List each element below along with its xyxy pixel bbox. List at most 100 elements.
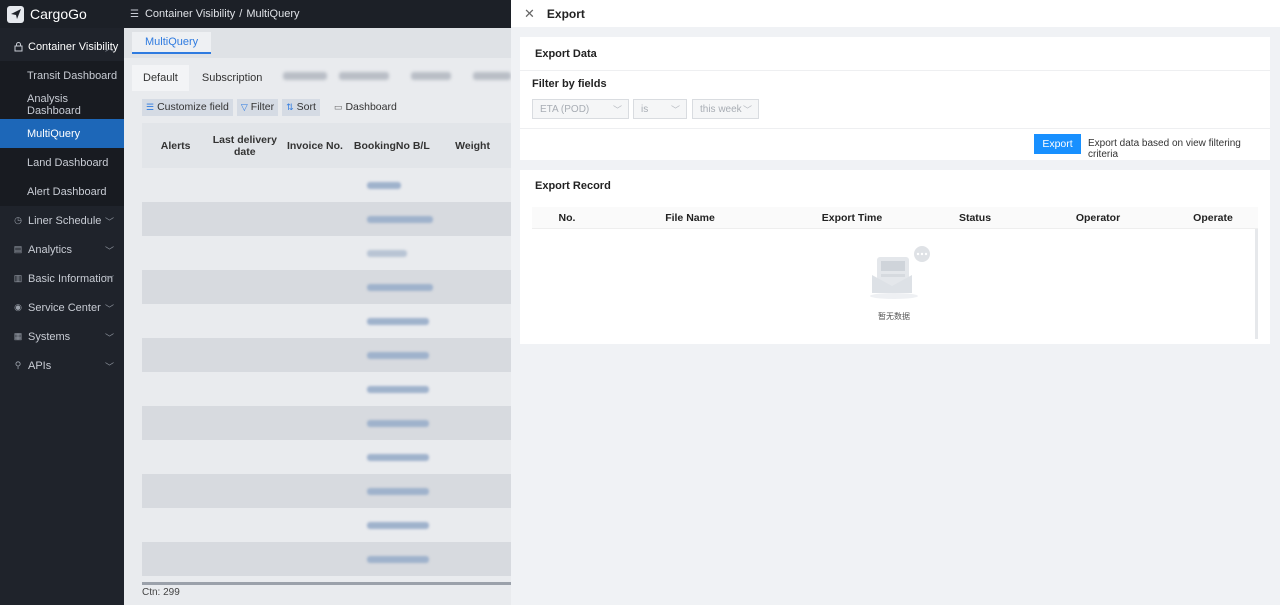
table-row[interactable] — [142, 236, 511, 270]
chevron-down-icon: ﹀ — [104, 217, 114, 227]
drawer-title: Export — [546, 6, 585, 21]
table-row[interactable] — [142, 440, 511, 474]
column-header-status: Status — [958, 211, 992, 224]
close-icon[interactable]: ✕ — [524, 6, 535, 22]
sort-button[interactable]: ⇅ Sort — [282, 98, 320, 116]
chevron-down-icon: ﹀ — [670, 105, 680, 115]
chevron-down-icon: ﹀ — [104, 333, 114, 343]
select-value: ETA (POD) — [540, 103, 590, 115]
table-row[interactable] — [142, 542, 511, 576]
export-record-table-header: No. File Name Export Time Status Operato… — [532, 207, 1258, 229]
column-header-last-delivery-date[interactable]: Last delivery date — [209, 134, 280, 158]
table-row[interactable] — [142, 304, 511, 338]
column-header-alerts[interactable]: Alerts — [142, 140, 209, 152]
blurred-cell — [367, 487, 429, 495]
table-row[interactable] — [142, 168, 511, 202]
table-row[interactable] — [142, 202, 511, 236]
sidebar-group-systems[interactable]: ▦ Systems ﹀ — [0, 322, 124, 351]
sidebar-group-label: Liner Schedule — [28, 214, 102, 227]
sidebar-item-analysis-dashboard[interactable]: Analysis Dashboard — [0, 90, 124, 119]
sidebar-group-analytics[interactable]: ▤ Analytics ﹀ — [0, 235, 124, 264]
button-label: Customize field — [157, 101, 229, 113]
sidebar-group-apis[interactable]: ⚲ APIs ﹀ — [0, 351, 124, 380]
sidebar-menu: Container Visibility ︿ Transit Dashboard… — [0, 32, 124, 380]
select-value: this week — [700, 103, 742, 115]
table-row[interactable] — [142, 372, 511, 406]
table-row[interactable] — [142, 474, 511, 508]
filter-by-fields-label: Filter by fields — [532, 78, 607, 90]
sidebar-group-container-visibility[interactable]: Container Visibility ︿ — [0, 32, 124, 61]
clock-icon: ◷ — [14, 215, 22, 225]
blurred-cell — [367, 317, 429, 325]
blurred-cell — [367, 521, 429, 529]
breadcrumb-item-current: MultiQuery — [246, 8, 300, 20]
container-count: Ctn: 299 — [142, 587, 180, 598]
blurred-cell — [367, 385, 429, 393]
blurred-cell — [367, 419, 429, 427]
settings-icon: ▦ — [13, 331, 23, 341]
sidebar-item-alert-dashboard[interactable]: Alert Dashboard — [0, 177, 124, 206]
field-select[interactable]: ETA (POD) ﹀ — [532, 99, 629, 119]
sidebar-group-label: Analytics — [28, 243, 73, 256]
chevron-down-icon: ﹀ — [104, 275, 114, 285]
value-select[interactable]: this week ﹀ — [692, 99, 759, 119]
blurred-cell — [367, 249, 407, 257]
sidebar-item-multiquery[interactable]: MultiQuery — [0, 119, 124, 148]
sidebar-item-transit-dashboard[interactable]: Transit Dashboard — [0, 61, 124, 90]
sidebar-group-service-center[interactable]: ◉ Service Center ﹀ — [0, 293, 124, 322]
sidebar-item-label: Analysis Dashboard — [27, 92, 81, 117]
blurred-tab[interactable] — [339, 72, 389, 80]
page-tab-multiquery[interactable]: MultiQuery — [132, 32, 212, 54]
main-content: MultiQuery Default Subscription ☰ Custom… — [124, 28, 511, 605]
table-row[interactable] — [142, 338, 511, 372]
tab-subscription[interactable]: Subscription — [191, 65, 274, 91]
menu-fold-icon[interactable]: ☰ — [130, 9, 139, 20]
blurred-cell — [367, 215, 433, 223]
paper-plane-logo-icon — [7, 5, 24, 23]
horizontal-scrollbar[interactable] — [142, 582, 511, 585]
breadcrumb-item[interactable]: Container Visibility — [145, 8, 235, 20]
sidebar-group-label: APIs — [28, 359, 52, 372]
brand[interactable]: CargoGo — [0, 0, 124, 28]
monitor-icon: ▭ — [333, 101, 343, 112]
filter-button[interactable]: ▽ Filter — [236, 98, 279, 116]
export-record-title: Export Record — [535, 180, 611, 192]
dashboard-button[interactable]: ▭ Dashboard — [334, 101, 397, 113]
top-bar: ☰ Container Visibility / MultiQuery — [124, 0, 511, 28]
sidebar-group-liner-schedule[interactable]: ◷ Liner Schedule ﹀ — [0, 206, 124, 235]
empty-state-text: 暂无数据 — [878, 312, 910, 321]
operator-select[interactable]: is ﹀ — [633, 99, 687, 119]
column-header-operator: Operator — [1075, 211, 1121, 224]
sidebar-group-basic-information[interactable]: ▥ Basic Information ﹀ — [0, 264, 124, 293]
blurred-tab[interactable] — [410, 72, 451, 80]
blurred-cell — [367, 181, 401, 189]
select-value: is — [641, 103, 649, 115]
customize-field-button[interactable]: ☰ Customize field — [142, 98, 233, 116]
drawer-header: ✕ Export — [511, 0, 1280, 27]
blurred-tab[interactable] — [283, 72, 328, 80]
view-tabs: Default Subscription — [124, 58, 511, 91]
table-row[interactable] — [142, 270, 511, 304]
sidebar-item-land-dashboard[interactable]: Land Dashboard — [0, 148, 124, 177]
column-header-bookingno-bl[interactable]: BookingNo B/L — [350, 140, 435, 152]
button-label: Filter — [250, 101, 275, 113]
export-record-table-body: 暂无数据 — [532, 229, 1258, 339]
sidebar-group-label: Basic Information — [28, 272, 113, 285]
tab-default[interactable]: Default — [132, 65, 189, 91]
blurred-cell — [367, 351, 429, 359]
list-icon: ☰ — [146, 101, 155, 112]
chevron-down-icon: ﹀ — [104, 304, 114, 314]
sidebar: CargoGo Container Visibility ︿ Transit D… — [0, 0, 124, 605]
chart-icon: ▤ — [13, 244, 23, 254]
lock-icon — [13, 41, 23, 52]
table-row[interactable] — [142, 406, 511, 440]
table-row[interactable] — [142, 508, 511, 542]
column-header-weight[interactable]: Weight — [434, 140, 511, 152]
filter-icon: ▽ — [240, 101, 248, 112]
column-header-invoice-no[interactable]: Invoice No. — [280, 140, 349, 152]
export-data-card: Export Data Filter by fields ETA (POD) ﹀… — [520, 37, 1270, 160]
export-button[interactable]: Export — [1034, 134, 1081, 154]
blurred-tab[interactable] — [472, 72, 511, 80]
column-header-export-time: Export Time — [821, 211, 883, 224]
sidebar-item-label: MultiQuery — [27, 127, 81, 140]
